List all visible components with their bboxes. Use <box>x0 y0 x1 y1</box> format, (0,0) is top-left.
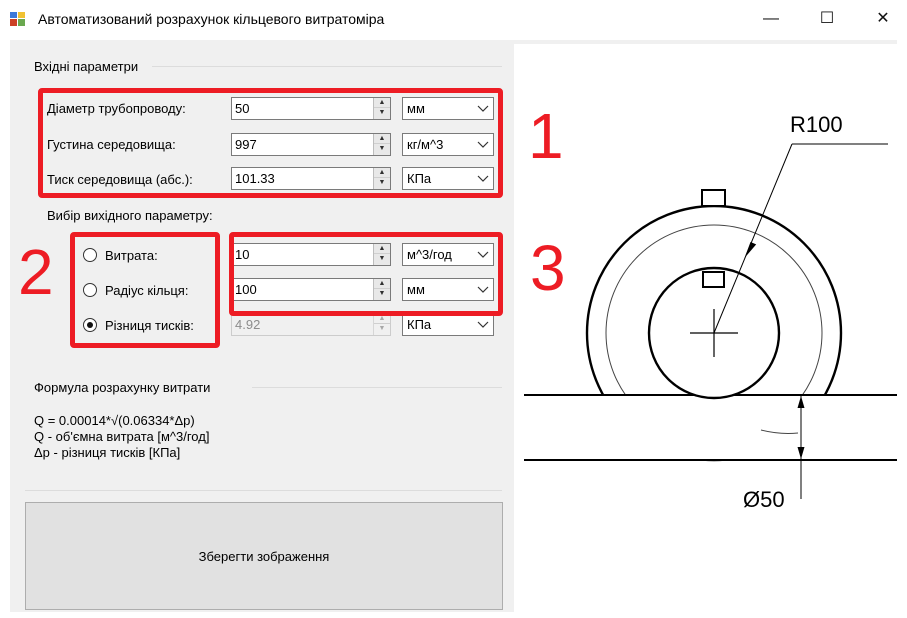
window-title: Автоматизований розрахунок кільцевого ви… <box>38 11 385 27</box>
ring-radius-unit: мм <box>407 282 425 297</box>
title-bar: Автоматизований розрахунок кільцевого ви… <box>0 0 907 40</box>
chevron-down-icon <box>477 175 489 182</box>
annotation-marker-1: 1 <box>528 100 564 172</box>
flow-unit: м^3/год <box>407 247 452 262</box>
chevron-down-icon <box>477 141 489 148</box>
ring-radius-label: Радіус кільця: <box>105 283 189 298</box>
flow-radio[interactable] <box>83 248 97 262</box>
pressure-diff-radio[interactable] <box>83 318 97 332</box>
flow-value: 10 <box>235 247 250 262</box>
flow-unit-select[interactable]: м^3/год <box>402 243 494 266</box>
pressure-diff-input: 4.92 ▲ ▼ <box>231 313 391 336</box>
ring-radius-radio[interactable] <box>83 283 97 297</box>
updown-arrows-icon[interactable]: ▲ ▼ <box>373 98 390 119</box>
save-image-button[interactable]: Зберегти зображення <box>25 502 503 610</box>
chevron-down-icon <box>477 286 489 293</box>
formula-line: Δp - різниця тисків [КПа] <box>34 445 181 460</box>
pipe-diameter-unit-select[interactable]: мм <box>402 97 494 120</box>
radius-dimension-label: R100 <box>790 112 843 137</box>
chevron-down-icon <box>477 251 489 258</box>
ring-radius-unit-select[interactable]: мм <box>402 278 494 301</box>
pressure-input[interactable]: 101.33 ▲ ▼ <box>231 167 391 190</box>
drawing-panel: R100 Ø50 <box>514 44 897 612</box>
pipe-diameter-label: Діаметр трубопроводу: <box>47 101 186 116</box>
pressure-diff-unit-select[interactable]: КПа <box>402 313 494 336</box>
formula-group-title: Формула розрахунку витрати <box>34 380 214 395</box>
pressure-diff-value: 4.92 <box>235 317 261 332</box>
save-image-button-label: Зберегти зображення <box>198 549 330 564</box>
density-input[interactable]: 997 ▲ ▼ <box>231 133 391 156</box>
minimize-button[interactable]: — <box>748 6 794 32</box>
maximize-button[interactable]: ☐ <box>804 6 850 32</box>
pipe-diameter-value: 50 <box>235 101 250 116</box>
flow-label: Витрата: <box>105 248 158 263</box>
updown-arrows-icon[interactable]: ▲ ▼ <box>373 168 390 189</box>
radio-selected-dot <box>87 322 93 328</box>
input-group-title: Вхідні параметри <box>34 59 142 74</box>
updown-arrows-icon[interactable]: ▲ ▼ <box>373 279 390 300</box>
app-window-icon <box>10 12 25 26</box>
output-group-title: Вибір вихідного параметру: <box>47 208 213 223</box>
flow-input[interactable]: 10 ▲ ▼ <box>231 243 391 266</box>
density-label: Густина середовища: <box>47 137 176 152</box>
formula-line: Q - об'ємна витрата [м^3/год] <box>34 429 210 444</box>
pipe-diameter-unit: мм <box>407 101 425 116</box>
diameter-dimension-label: Ø50 <box>743 487 785 512</box>
density-value: 997 <box>235 137 257 152</box>
density-unit: кг/м^3 <box>407 137 444 152</box>
updown-arrows-icon[interactable]: ▲ ▼ <box>373 244 390 265</box>
pressure-unit: КПа <box>407 171 432 186</box>
formula-line: Q = 0.00014*√(0.06334*Δp) <box>34 413 195 428</box>
ring-radius-input[interactable]: 100 ▲ ▼ <box>231 278 391 301</box>
annotation-marker-2: 2 <box>18 236 54 308</box>
pressure-label: Тиск середовища (абс.): <box>47 172 193 187</box>
close-button[interactable]: ✕ <box>860 6 906 32</box>
group-divider <box>252 387 502 388</box>
group-divider <box>25 490 502 491</box>
pressure-diff-label: Різниця тисків: <box>105 318 194 333</box>
pressure-diff-unit: КПа <box>407 317 432 332</box>
chevron-down-icon <box>477 105 489 112</box>
updown-arrows-icon: ▲ ▼ <box>373 314 390 335</box>
pressure-value: 101.33 <box>235 171 275 186</box>
density-unit-select[interactable]: кг/м^3 <box>402 133 494 156</box>
pipe-diameter-input[interactable]: 50 ▲ ▼ <box>231 97 391 120</box>
ring-radius-value: 100 <box>235 282 257 297</box>
updown-arrows-icon[interactable]: ▲ ▼ <box>373 134 390 155</box>
chevron-down-icon <box>477 321 489 328</box>
annotation-marker-3: 3 <box>530 232 566 304</box>
pressure-unit-select[interactable]: КПа <box>402 167 494 190</box>
group-divider <box>152 66 502 67</box>
ring-flowmeter-drawing: R100 Ø50 <box>514 112 897 512</box>
